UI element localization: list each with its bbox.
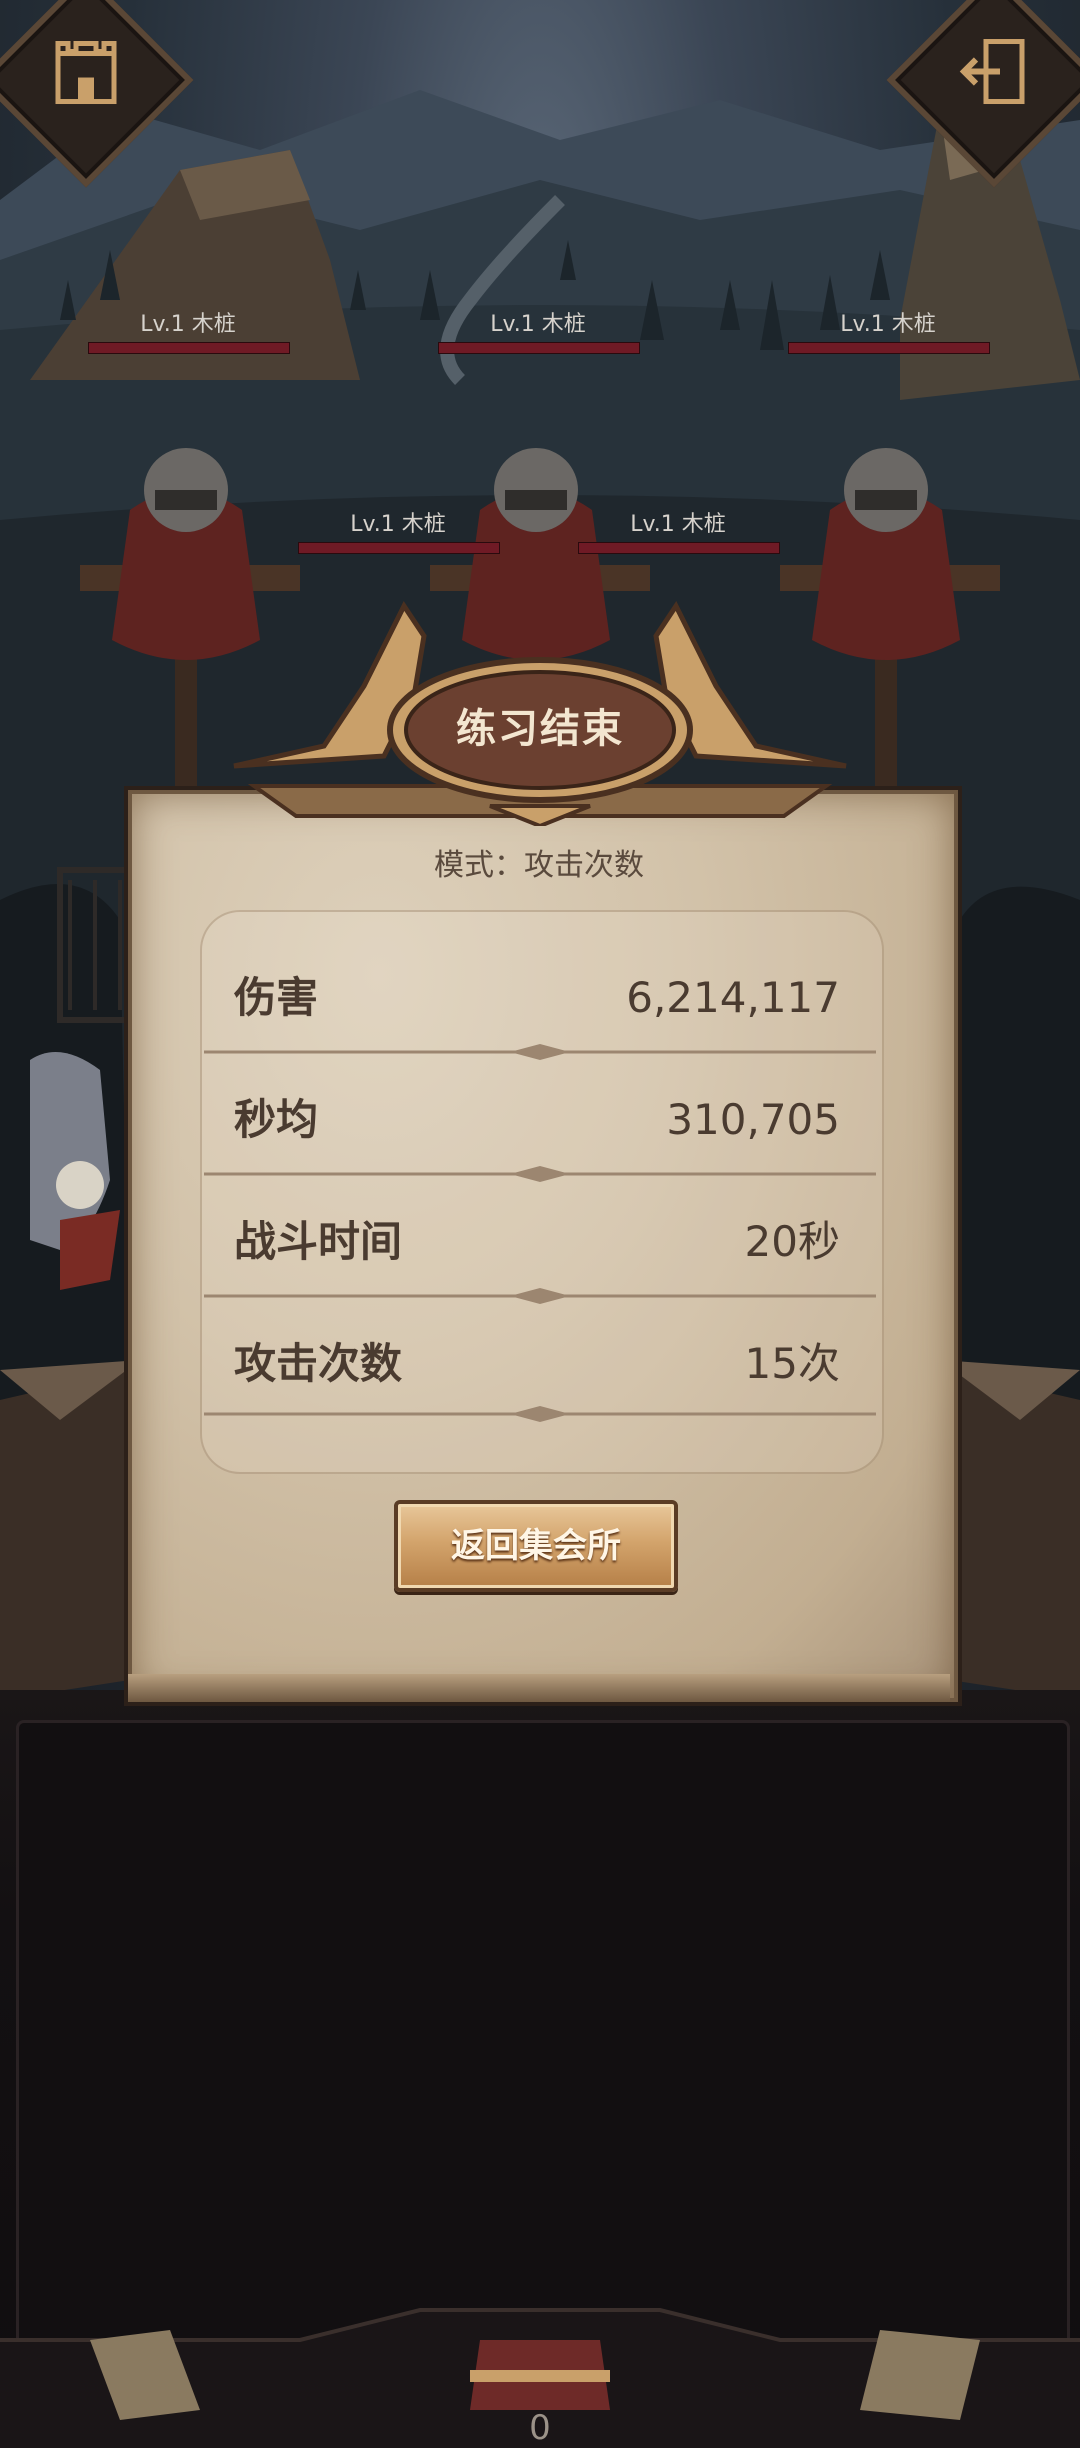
- stat-row-damage: 伤害 6,214,117: [234, 968, 840, 1028]
- stat-value: 6,214,117: [626, 973, 840, 1022]
- row-divider: [204, 1406, 876, 1422]
- lower-frame: [16, 1720, 1070, 2346]
- panel-title: 练习结束: [456, 706, 624, 752]
- stat-row-attack-count: 攻击次数 15次: [234, 1334, 840, 1394]
- row-divider: [204, 1166, 876, 1182]
- castle-icon: [55, 41, 117, 105]
- enemy-label: Lv.1 木桩: [298, 506, 500, 554]
- enemy-label: Lv.1 木桩: [438, 306, 640, 354]
- stat-label: 战斗时间: [234, 1217, 403, 1266]
- enemy-hp-bar: [88, 342, 290, 354]
- enemy-name: Lv.1 木桩: [140, 312, 236, 337]
- enemy-hp-bar: [438, 342, 640, 354]
- enemy-name: Lv.1 木桩: [630, 512, 726, 537]
- mode-label: 模式：攻击次数: [434, 848, 644, 883]
- stat-value: 15次: [744, 1339, 840, 1388]
- return-to-hall-button[interactable]: 返回集会所: [394, 1500, 678, 1592]
- stat-row-dps: 秒均 310,705: [234, 1090, 840, 1150]
- panel-trim: [128, 1674, 950, 1702]
- enemy-hp-bar: [578, 542, 780, 554]
- enemy-label: Lv.1 木桩: [788, 306, 990, 354]
- bottom-counter: 0: [529, 2408, 551, 2448]
- row-divider: [204, 1044, 876, 1060]
- enemy-name: Lv.1 木桩: [350, 512, 446, 537]
- stat-label: 秒均: [234, 1095, 319, 1144]
- row-divider: [204, 1288, 876, 1304]
- enemy-name: Lv.1 木桩: [840, 312, 936, 337]
- stat-value: 20秒: [744, 1217, 840, 1266]
- enemy-hp-bar: [298, 542, 500, 554]
- stat-label: 伤害: [234, 973, 319, 1022]
- enemy-label: Lv.1 木桩: [88, 306, 290, 354]
- stat-label: 攻击次数: [234, 1339, 403, 1388]
- enemy-name: Lv.1 木桩: [490, 312, 586, 337]
- enemy-label: Lv.1 木桩: [578, 506, 780, 554]
- stat-row-battle-time: 战斗时间 20秒: [234, 1212, 840, 1272]
- game-screen: Lv.1 木桩 Lv.1 木桩 Lv.1 木桩 Lv.1 木桩 Lv.1 木桩: [0, 0, 1080, 2448]
- stat-value: 310,705: [666, 1095, 840, 1144]
- exit-icon: [959, 39, 1025, 105]
- enemy-hp-bar: [788, 342, 990, 354]
